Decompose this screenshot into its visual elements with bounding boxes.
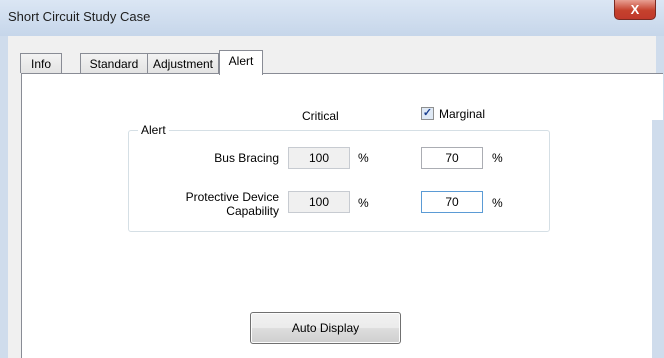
close-button[interactable]: X — [614, 0, 656, 20]
window-right-frame — [652, 120, 664, 358]
tab-label: Adjustment — [152, 57, 214, 71]
bus-bracing-critical-unit: % — [358, 151, 369, 165]
protective-device-critical-unit: % — [358, 196, 369, 210]
marginal-checkbox[interactable]: ✓ — [421, 107, 434, 120]
dialog-window: Short Circuit Study Case X Info Standard… — [0, 0, 664, 358]
tab-label: Standard — [89, 57, 139, 71]
tab-adjustment[interactable]: Adjustment — [147, 53, 219, 73]
title-bar[interactable]: Short Circuit Study Case X — [0, 0, 664, 36]
tab-label: Alert — [228, 54, 254, 68]
critical-column-header: Critical — [302, 109, 339, 123]
tab-alert[interactable]: Alert — [219, 50, 263, 75]
alert-group-title: Alert — [138, 123, 169, 137]
protective-device-critical-field: 100 — [288, 191, 350, 213]
bus-bracing-marginal-input[interactable]: 70 — [421, 147, 483, 169]
protective-device-label-line2: Capability — [226, 204, 279, 218]
tab-standard[interactable]: Standard — [80, 53, 148, 73]
checkmark-icon: ✓ — [422, 107, 433, 119]
bus-bracing-marginal-unit: % — [492, 151, 503, 165]
protective-device-marginal-input[interactable]: 70 — [421, 191, 483, 213]
protective-device-label-line1: Protective Device — [185, 190, 279, 204]
close-icon: X — [630, 2, 640, 17]
window-title: Short Circuit Study Case — [8, 9, 151, 24]
bus-bracing-critical-field: 100 — [288, 147, 350, 169]
auto-display-button[interactable]: Auto Display — [250, 312, 401, 344]
bus-bracing-label: Bus Bracing — [214, 151, 279, 165]
marginal-column-header: Marginal — [439, 107, 486, 121]
protective-device-marginal-unit: % — [492, 196, 503, 210]
